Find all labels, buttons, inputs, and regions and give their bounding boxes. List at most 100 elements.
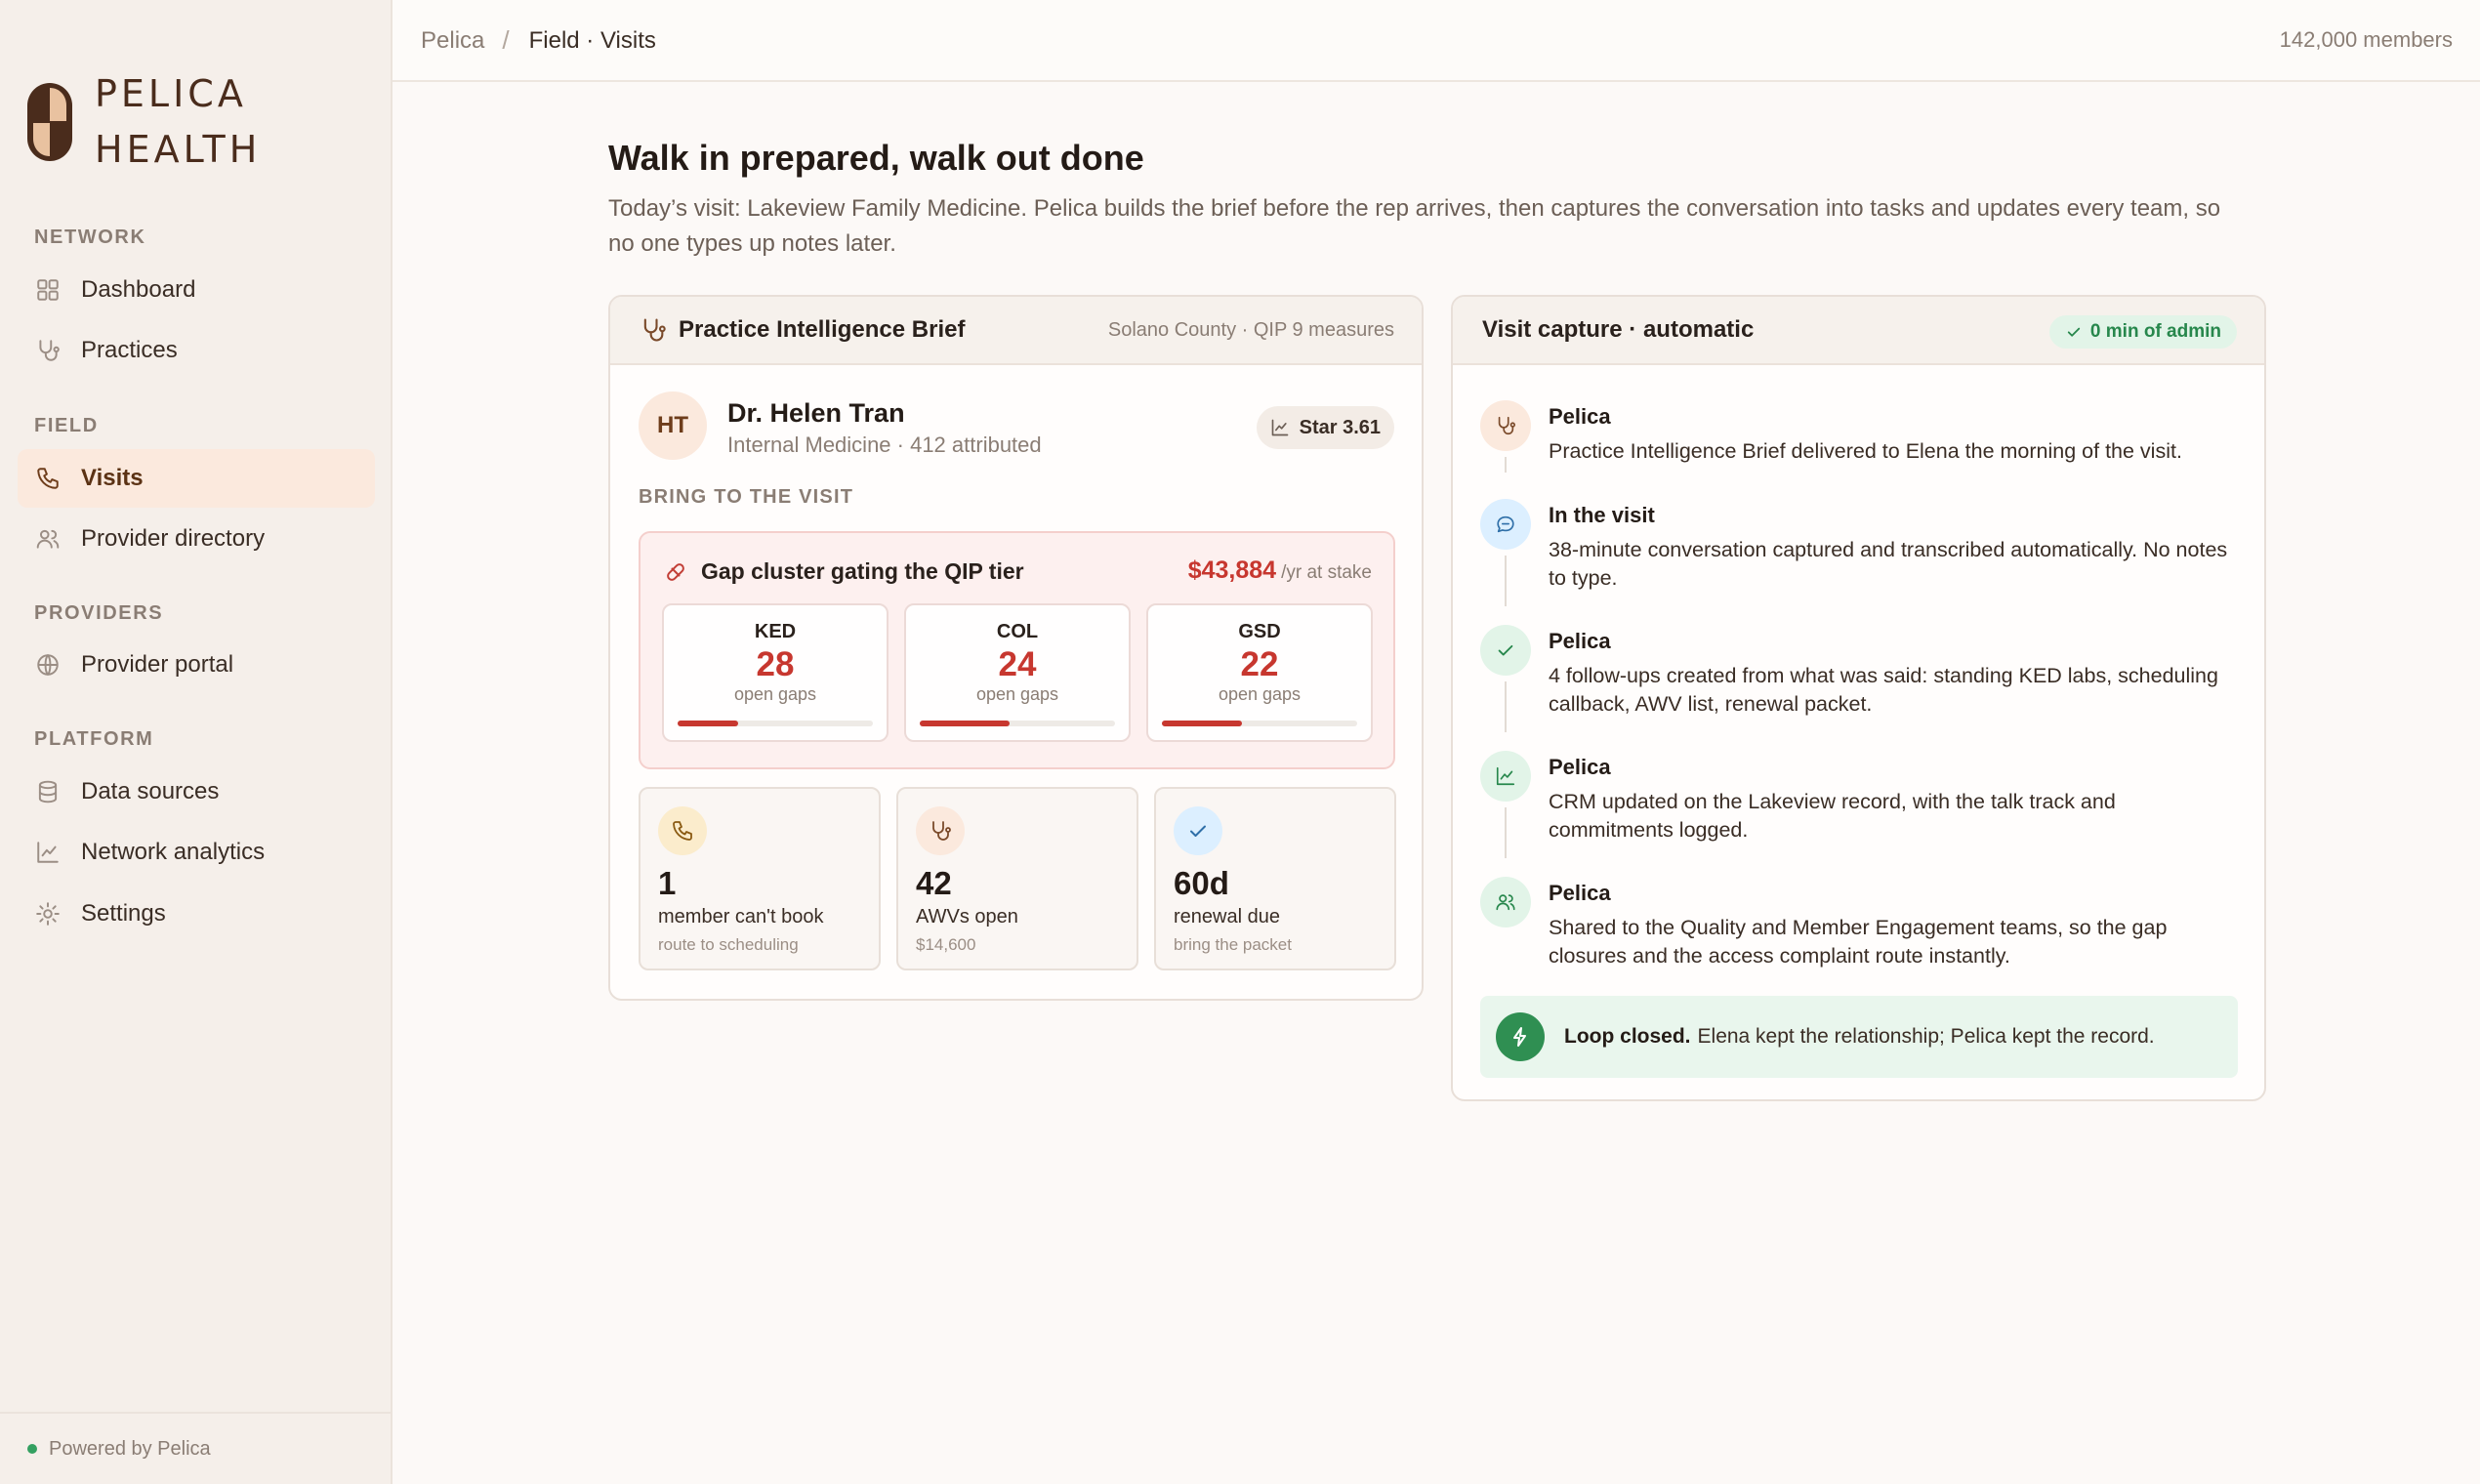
brief-title: Practice Intelligence Brief <box>679 316 966 343</box>
nav-section-network: NETWORK <box>34 227 146 248</box>
page-title: Walk in prepared, walk out done <box>608 138 1144 178</box>
brand-line-1: PELICA <box>95 72 247 115</box>
stat-card-awvs[interactable]: 42 AWVs open $14,600 <box>896 787 1138 970</box>
measure-progress-bar <box>920 721 1115 726</box>
lightning-icon <box>1496 1012 1545 1061</box>
sidebar-item-provider-directory[interactable]: Provider directory <box>18 510 375 568</box>
brief-card-header: Practice Intelligence Brief Solano Count… <box>610 297 1422 365</box>
star-rating-badge: Star 3.61 <box>1256 406 1394 449</box>
stat-value: 1 <box>658 865 677 901</box>
measure-card-gsd[interactable]: GSD 22 open gaps <box>1146 603 1373 742</box>
timeline-actor: Pelica <box>1549 629 1611 653</box>
sidebar-item-visits[interactable]: Visits <box>18 449 375 508</box>
bring-to-visit-label: BRING TO THE VISIT <box>639 486 854 508</box>
measure-card-col[interactable]: COL 24 open gaps <box>904 603 1131 742</box>
measure-progress-fill <box>678 721 738 726</box>
sidebar-item-label: Settings <box>81 900 166 927</box>
sidebar-item-provider-portal[interactable]: Provider portal <box>18 636 375 694</box>
breadcrumb-separator: / <box>502 25 510 55</box>
stat-icon <box>658 806 707 855</box>
loop-closed-title: Loop closed. <box>1564 1025 1691 1048</box>
timeline-actor: In the visit <box>1549 503 1655 527</box>
sidebar-item-data-sources[interactable]: Data sources <box>18 763 375 821</box>
gap-cluster-title: Gap cluster gating the QIP tier <box>701 558 1024 584</box>
brand-wordmark: PELICA HEALTH <box>95 66 261 178</box>
database-icon <box>38 780 58 804</box>
brand-line-2: HEALTH <box>95 128 262 171</box>
capture-title: Visit capture · automatic <box>1482 316 1755 343</box>
sidebar-item-network-analytics[interactable]: Network analytics <box>18 823 375 882</box>
gap-amount-value: $43,884 <box>1187 556 1277 584</box>
timeline-icon <box>1480 751 1531 802</box>
timeline-icon <box>1480 625 1531 676</box>
breadcrumb-current: Field · Visits <box>528 26 656 54</box>
measure-card-ked[interactable]: KED 28 open gaps <box>662 603 889 742</box>
stat-card-booking[interactable]: 1 member can't book route to scheduling <box>639 787 881 970</box>
chart-line-icon <box>1496 766 1515 786</box>
check-icon <box>2067 327 2081 337</box>
stat-icon <box>916 806 965 855</box>
chart-line-icon <box>37 842 59 863</box>
timeline-actor: Pelica <box>1549 881 1611 905</box>
stat-value: 60d <box>1174 865 1229 901</box>
sidebar-item-practices[interactable]: Practices <box>18 321 375 380</box>
gap-amount-unit: /yr at stake <box>1281 562 1372 583</box>
status-dot <box>27 1444 37 1454</box>
timeline-text: 38-minute conversation captured and tran… <box>1549 538 2228 590</box>
measure-value: 22 <box>1240 645 1279 683</box>
gear-icon <box>36 902 60 926</box>
star-rating-text: Star 3.61 <box>1299 416 1381 438</box>
stat-sublabel: $14,600 <box>916 935 976 954</box>
timeline-connector <box>1505 807 1507 858</box>
gap-cluster-header: Gap cluster gating the QIP tier <box>664 558 1024 585</box>
timeline-actor: Pelica <box>1549 404 1611 429</box>
timeline-icon <box>1480 877 1531 928</box>
sidebar-item-label: Practices <box>81 337 178 363</box>
sidebar-item-label: Provider portal <box>81 651 234 678</box>
brand-logo[interactable]: PELICA HEALTH <box>26 66 261 178</box>
sidebar-item-dashboard[interactable]: Dashboard <box>18 261 375 319</box>
timeline-text: Practice Intelligence Brief delivered to… <box>1549 439 2182 463</box>
measure-progress-bar <box>1162 721 1357 726</box>
timeline-icon <box>1480 400 1531 451</box>
measure-code: COL <box>996 621 1039 642</box>
stat-label: member can't book <box>658 906 824 928</box>
stat-sublabel: bring the packet <box>1174 935 1292 954</box>
nav-section-providers: PROVIDERS <box>34 602 164 624</box>
chart-line-icon <box>1271 419 1288 436</box>
sidebar-item-label: Provider directory <box>81 525 266 552</box>
chat-icon <box>1497 515 1514 533</box>
timeline-item: Pelica 4 follow-ups created from what wa… <box>1480 625 2242 742</box>
stat-value: 42 <box>916 865 952 901</box>
member-count: 142,000 members <box>2279 27 2453 52</box>
stat-label: AWVs open <box>916 906 1018 928</box>
globe-icon <box>37 653 59 677</box>
breadcrumb-root[interactable]: Pelica <box>421 27 484 55</box>
measure-label: open gaps <box>733 684 817 704</box>
sidebar-item-label: Data sources <box>81 778 220 804</box>
timeline-text: 4 follow-ups created from what was said:… <box>1549 664 2218 716</box>
stat-card-renewal[interactable]: 60d renewal due bring the packet <box>1154 787 1396 970</box>
stethoscope-icon <box>1498 416 1515 435</box>
doctor-subtitle: Internal Medicine · 412 attributed <box>727 433 1042 457</box>
doctor-name[interactable]: Dr. Helen Tran <box>727 398 905 429</box>
stat-icon <box>1174 806 1222 855</box>
sidebar-item-label: Dashboard <box>81 276 196 303</box>
gap-amount: $43,884 /yr at stake <box>1188 556 1372 585</box>
measure-value: 24 <box>998 645 1037 683</box>
pelica-logo-icon <box>27 83 72 161</box>
practice-brief-card: Practice Intelligence Brief Solano Count… <box>608 295 1424 1001</box>
sidebar-footer: Powered by Pelica <box>0 1412 391 1484</box>
gap-cluster-panel: Gap cluster gating the QIP tier $43,884 … <box>639 531 1395 769</box>
measure-value: 28 <box>756 645 795 683</box>
sidebar-item-settings[interactable]: Settings <box>18 885 375 943</box>
brief-meta: Solano County · QIP 9 measures <box>1107 318 1394 341</box>
stat-sublabel: route to scheduling <box>658 935 799 954</box>
timeline-connector <box>1505 556 1507 606</box>
timeline-item: In the visit 38-minute conversation capt… <box>1480 499 2242 616</box>
users-icon <box>36 529 60 549</box>
topbar: Pelica / Field · Visits 142,000 members <box>393 0 2480 82</box>
breadcrumb: Pelica / Field · Visits <box>421 25 656 56</box>
phone-icon <box>37 468 59 489</box>
measure-progress-fill <box>1162 721 1242 726</box>
